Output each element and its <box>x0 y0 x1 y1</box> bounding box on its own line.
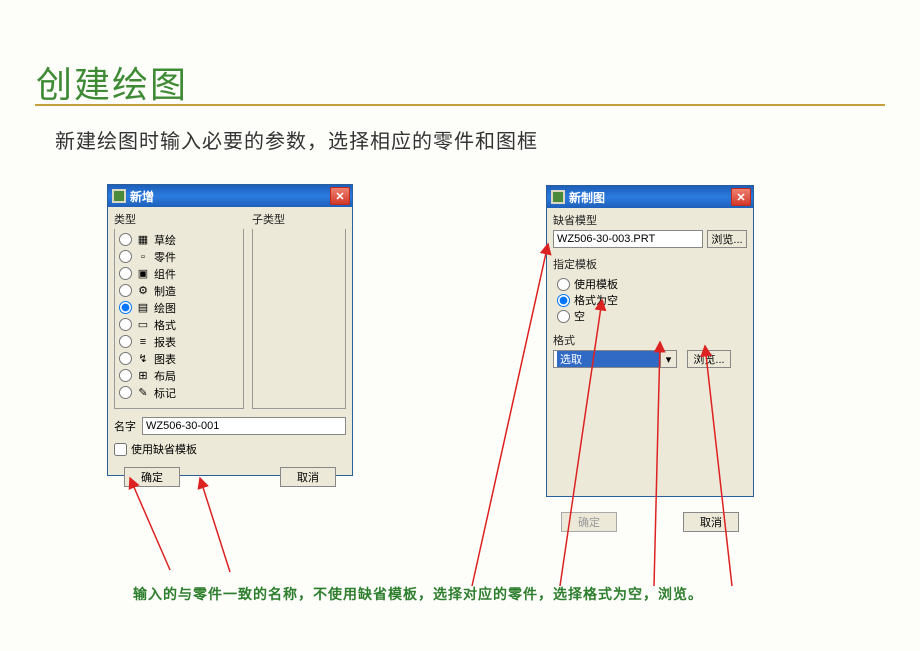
dialog-titlebar: 新增 ✕ <box>108 185 352 207</box>
app-icon <box>551 190 565 204</box>
dialog-titlebar: 新制图 ✕ <box>547 186 753 208</box>
new-drawing-dialog: 新制图 ✕ 缺省模型 浏览... 指定模板 使用模板 格式为空 空 格式 选取 … <box>546 185 754 497</box>
subtype-label: 子类型 <box>252 211 285 227</box>
browse-model-button[interactable]: 浏览... <box>707 230 747 248</box>
part-icon: ▫ <box>136 250 150 264</box>
report-icon: ≡ <box>136 335 150 349</box>
template-radio-group: 使用模板 格式为空 空 <box>553 276 747 324</box>
dialog-title: 新增 <box>130 188 330 205</box>
type-option-markup[interactable]: ✎标记 <box>115 384 243 401</box>
type-option-sketch[interactable]: ▦草绘 <box>115 231 243 248</box>
app-icon <box>112 189 126 203</box>
title-underline <box>35 104 885 106</box>
default-model-input[interactable] <box>553 230 703 248</box>
markup-icon: ✎ <box>136 386 150 400</box>
template-option-format-empty[interactable]: 格式为空 <box>557 292 747 308</box>
layout-icon: ⊞ <box>136 369 150 383</box>
format-icon: ▭ <box>136 318 150 332</box>
format-label: 格式 <box>553 332 747 348</box>
template-group-label: 指定模板 <box>553 256 747 272</box>
default-model-label: 缺省模型 <box>553 212 747 228</box>
assembly-icon: ▣ <box>136 267 150 281</box>
type-option-layout[interactable]: ⊞布局 <box>115 367 243 384</box>
type-option-drawing[interactable]: ▤绘图 <box>115 299 243 316</box>
new-dialog: 新增 ✕ 类型 子类型 ▦草绘 ▫零件 ▣组件 ⚙制造 ▤绘图 ▭格式 ≡报表 … <box>107 184 353 476</box>
close-button[interactable]: ✕ <box>731 188 751 206</box>
default-template-label: 使用缺省模板 <box>131 441 197 457</box>
format-combobox[interactable]: 选取 ▾ <box>553 350 677 368</box>
type-option-part[interactable]: ▫零件 <box>115 248 243 265</box>
mfg-icon: ⚙ <box>136 284 150 298</box>
chevron-down-icon: ▾ <box>660 351 676 367</box>
name-label: 名字 <box>114 418 136 434</box>
annotation-text: 输入的与零件一致的名称，不使用缺省模板，选择对应的零件，选择格式为空，浏览。 <box>133 584 703 604</box>
slide-title: 创建绘图 <box>36 56 188 108</box>
close-button[interactable]: ✕ <box>330 187 350 205</box>
ok-button[interactable]: 确定 <box>124 467 180 487</box>
type-option-report[interactable]: ≡报表 <box>115 333 243 350</box>
chart-icon: ↯ <box>136 352 150 366</box>
cancel-button[interactable]: 取消 <box>280 467 336 487</box>
drawing-icon: ▤ <box>136 301 150 315</box>
name-input[interactable] <box>142 417 346 435</box>
type-option-assembly[interactable]: ▣组件 <box>115 265 243 282</box>
type-option-chart[interactable]: ↯图表 <box>115 350 243 367</box>
template-option-empty[interactable]: 空 <box>557 308 747 324</box>
type-option-mfg[interactable]: ⚙制造 <box>115 282 243 299</box>
subtype-list <box>252 229 346 409</box>
browse-format-button[interactable]: 浏览... <box>687 350 731 368</box>
template-option-use[interactable]: 使用模板 <box>557 276 747 292</box>
type-list: ▦草绘 ▫零件 ▣组件 ⚙制造 ▤绘图 ▭格式 ≡报表 ↯图表 ⊞布局 ✎标记 <box>114 229 244 409</box>
cancel-button[interactable]: 取消 <box>683 512 739 532</box>
type-label: 类型 <box>114 211 244 227</box>
slide-subtitle: 新建绘图时输入必要的参数，选择相应的零件和图框 <box>55 125 538 154</box>
default-template-checkbox[interactable] <box>114 443 127 456</box>
ok-button[interactable]: 确定 <box>561 512 617 532</box>
dialog-title: 新制图 <box>569 189 731 206</box>
sketch-icon: ▦ <box>136 233 150 247</box>
type-option-format[interactable]: ▭格式 <box>115 316 243 333</box>
